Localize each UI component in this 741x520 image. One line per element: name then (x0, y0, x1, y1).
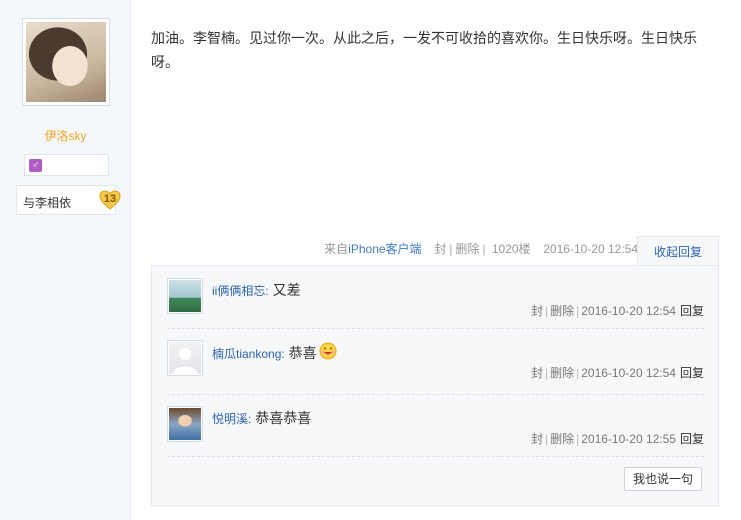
list-item: 楠瓜tiankong: 恭喜 封 | 删除 | 2016-10-20 12:54 回复 (167, 340, 704, 380)
reply-button[interactable]: 回复 (680, 432, 704, 446)
say-something-button[interactable]: 我也说一句 (624, 467, 702, 491)
author-avatar-image (26, 22, 106, 102)
post-tail: 来自iPhone客户端 封 | 删除 | 1020楼 2016-10-20 12:54 (324, 242, 638, 256)
level-badge-box[interactable]: 与李相依 13 (16, 185, 121, 215)
reply-username[interactable]: 楠瓜tiankong (212, 347, 281, 361)
smile-emoji-icon (319, 342, 337, 360)
reply-content: 恭喜恭喜 (255, 410, 312, 426)
reply-avatar[interactable] (167, 278, 203, 314)
reply-seal-link[interactable]: 封 (531, 366, 543, 380)
reply-username[interactable]: 悦明溪 (212, 412, 248, 426)
reply-button[interactable]: 回复 (680, 366, 704, 380)
reply-username[interactable]: ii俩俩相忘 (212, 284, 265, 298)
reply-time: 2016-10-20 12:55 (581, 432, 676, 446)
level-name: 与李相依 (23, 196, 72, 210)
reply-seal-link[interactable]: 封 (531, 432, 543, 446)
author-avatar[interactable] (22, 18, 110, 106)
floor-number: 1020楼 (491, 242, 531, 256)
source-device-link[interactable]: iPhone客户端 (348, 242, 421, 256)
post-content: 加油。李智楠。见过你一次。从此之后，一发不可收拾的喜欢你。生日快乐呀。生日快乐呀… (151, 30, 697, 70)
reply-list: ii俩俩相忘: 又差 封 | 删除 | 2016-10-20 12:54 回复 楠瓜tia… (151, 265, 719, 506)
list-item: ii俩俩相忘: 又差 封 | 删除 | 2016-10-20 12:54 回复 (167, 278, 704, 318)
reply-content: 又差 (272, 282, 301, 298)
gender-badge-box: ♂ (24, 154, 109, 176)
author-sidebar: 伊洛sky ♂ 与李相依 13 (0, 0, 131, 520)
reply-time: 2016-10-20 12:54 (581, 366, 676, 380)
reply-button[interactable]: 回复 (680, 304, 704, 318)
divider (167, 456, 704, 457)
reply-avatar[interactable] (167, 340, 203, 376)
collapse-replies-button[interactable]: 收起回复 (637, 236, 719, 266)
divider (167, 394, 704, 395)
post-time: 2016-10-20 12:54 (543, 242, 638, 256)
reply-content: 恭喜 (288, 345, 317, 361)
reply-delete-link[interactable]: 删除 (550, 304, 574, 318)
female-gender-icon: ♂ (29, 159, 42, 172)
list-item: 悦明溪: 恭喜恭喜 封 | 删除 | 2016-10-20 12:55 回复 (167, 406, 704, 446)
level-number: 13 (103, 193, 117, 205)
reply-avatar-image (169, 408, 201, 440)
reply-seal-link[interactable]: 封 (531, 304, 543, 318)
author-name[interactable]: 伊洛sky (0, 127, 131, 144)
delete-link[interactable]: 删除 (455, 242, 479, 256)
reply-avatar[interactable] (167, 406, 203, 442)
level-heart-icon: 13 (99, 189, 123, 211)
divider (167, 328, 704, 329)
reply-delete-link[interactable]: 删除 (550, 432, 574, 446)
default-avatar-image (169, 342, 201, 374)
seal-link[interactable]: 封 (434, 242, 446, 256)
reply-delete-link[interactable]: 删除 (550, 366, 574, 380)
reply-time: 2016-10-20 12:54 (581, 304, 676, 318)
source-prefix: 来自 (324, 242, 349, 256)
reply-avatar-image (169, 280, 201, 312)
